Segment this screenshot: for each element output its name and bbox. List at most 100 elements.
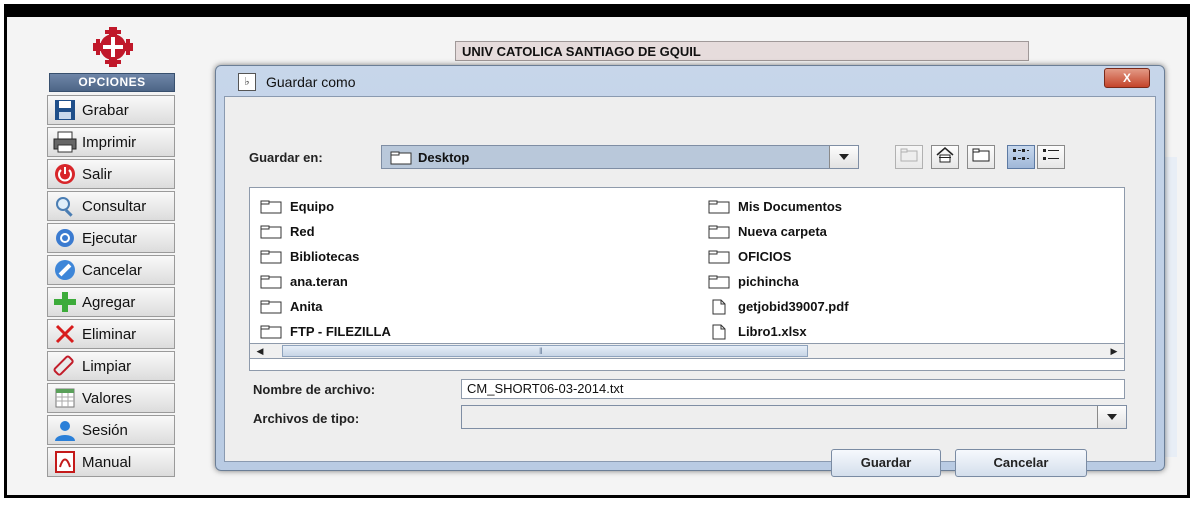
eraser-icon [52,354,78,378]
save-button[interactable]: Guardar [831,449,941,477]
spreadsheet-icon [52,386,78,410]
file-icon [708,324,730,339]
folder-icon [260,300,282,314]
file-name: Equipo [290,199,335,214]
eliminar-label: Eliminar [82,325,137,343]
file-name: Red [290,224,315,239]
list-item[interactable]: Nueva carpeta [708,219,849,244]
list-item[interactable]: Red [260,219,391,244]
file-name: ana.teran [290,274,348,289]
folder-icon [708,275,730,289]
folder-icon [708,225,730,239]
agregar-label: Agregar [82,293,136,311]
list-item[interactable]: pichincha [708,269,849,294]
folder-icon [260,225,282,239]
chevron-down-icon[interactable] [829,146,858,168]
folder-icon [708,250,730,264]
user-icon [52,418,78,442]
imprimir-label: Imprimir [82,133,137,151]
sesion-button[interactable]: Sesión [47,415,175,445]
save-as-dialog: ♭ Guardar como X Guardar en: Desktop Equ… [215,65,1165,477]
up-folder-button[interactable] [895,145,923,169]
list-item[interactable]: Anita [260,294,391,319]
java-app-icon: ♭ [238,73,256,91]
folder-icon [708,200,730,214]
chevron-down-icon[interactable] [1097,406,1126,428]
salir-button[interactable]: Salir [47,159,175,189]
folder-icon [260,200,282,214]
grabar-label: Grabar [82,101,129,119]
list-item[interactable]: Bibliotecas [260,244,391,269]
university-logo-icon [93,27,133,67]
salir-label: Salir [82,165,113,183]
imprimir-button[interactable]: Imprimir [47,127,175,157]
save-in-combo[interactable]: Desktop [381,145,859,169]
grabar-button[interactable]: Grabar [47,95,175,125]
ejecutar-button[interactable]: Ejecutar [47,223,175,253]
cancelar-side-button[interactable]: Cancelar [47,255,175,285]
app-background-panel [1165,157,1177,457]
limpiar-button[interactable]: Limpiar [47,351,175,381]
file-name: Mis Documentos [738,199,843,214]
cancel-icon [52,258,78,282]
details-view-button[interactable] [1037,145,1065,169]
scroll-left-icon[interactable]: ◀ [252,344,268,358]
ejecutar-label: Ejecutar [82,229,138,247]
dialog-body: Guardar en: Desktop Equipo Red Bibliotec… [224,96,1156,477]
list-item[interactable]: OFICIOS [708,244,849,269]
eliminar-button[interactable]: Eliminar [47,319,175,349]
list-view-button[interactable] [1007,145,1035,169]
folder-icon [260,250,282,264]
list-item[interactable]: Mis Documentos [708,194,849,219]
manual-label: Manual [82,453,132,471]
scrollbar-thumb[interactable]: ‖ [282,345,808,357]
filename-input[interactable]: CM_SHORT06-03-2014.txt [461,379,1125,399]
institution-bar: UNIV CATOLICA SANTIAGO DE GQUIL [455,41,1029,61]
close-button[interactable]: X [1104,68,1150,88]
manual-button[interactable]: Manual [47,447,175,477]
agregar-button[interactable]: Agregar [47,287,175,317]
screenshot-frame: OPCIONES Grabar Imprimir Salir Consultar… [4,4,1190,498]
list-item[interactable]: ana.teran [260,269,391,294]
list-item[interactable]: getjobid39007.pdf [708,294,849,319]
cancel-button[interactable]: Cancelar [955,449,1087,477]
dialog-title: Guardar como [266,74,356,90]
new-folder-icon [972,148,990,167]
options-header: OPCIONES [49,73,175,92]
limpiar-label: Limpiar [82,357,132,375]
details-view-icon [1042,148,1060,167]
save-in-label: Guardar en: [249,150,323,165]
valores-button[interactable]: Valores [47,383,175,413]
folder-icon [260,325,282,339]
file-name: Libro1.xlsx [738,324,807,339]
horizontal-scrollbar[interactable]: ◀ ‖ ▶ [249,343,1125,359]
home-button[interactable] [931,145,959,169]
run-icon [52,226,78,250]
file-column-left: Equipo Red Bibliotecas ana.teran Anita F… [260,194,391,344]
magnifier-icon [52,194,78,218]
file-name: Bibliotecas [290,249,360,264]
file-name: FTP - FILEZILLA [290,324,391,339]
file-icon [708,299,730,314]
file-name: Anita [290,299,323,314]
new-folder-button[interactable] [967,145,995,169]
filetype-label: Archivos de tipo: [253,411,360,426]
save-in-value: Desktop [418,150,470,165]
folder-icon [260,275,282,289]
grip-icon: ‖ [539,346,543,356]
cancelar-side-label: Cancelar [82,261,143,279]
list-item[interactable]: Libro1.xlsx [708,319,849,344]
pdf-icon [52,450,78,474]
top-border [7,7,1187,17]
filetype-combo[interactable] [461,405,1127,429]
file-column-right: Mis Documentos Nueva carpeta OFICIOS pic… [708,194,849,344]
printer-icon [52,130,78,154]
x-icon [52,322,78,346]
list-item[interactable]: FTP - FILEZILLA [260,319,391,344]
sesion-label: Sesión [82,421,128,439]
scroll-right-icon[interactable]: ▶ [1106,344,1122,358]
floppy-disk-icon [52,98,78,122]
consultar-button[interactable]: Consultar [47,191,175,221]
home-icon [936,146,954,168]
list-item[interactable]: Equipo [260,194,391,219]
